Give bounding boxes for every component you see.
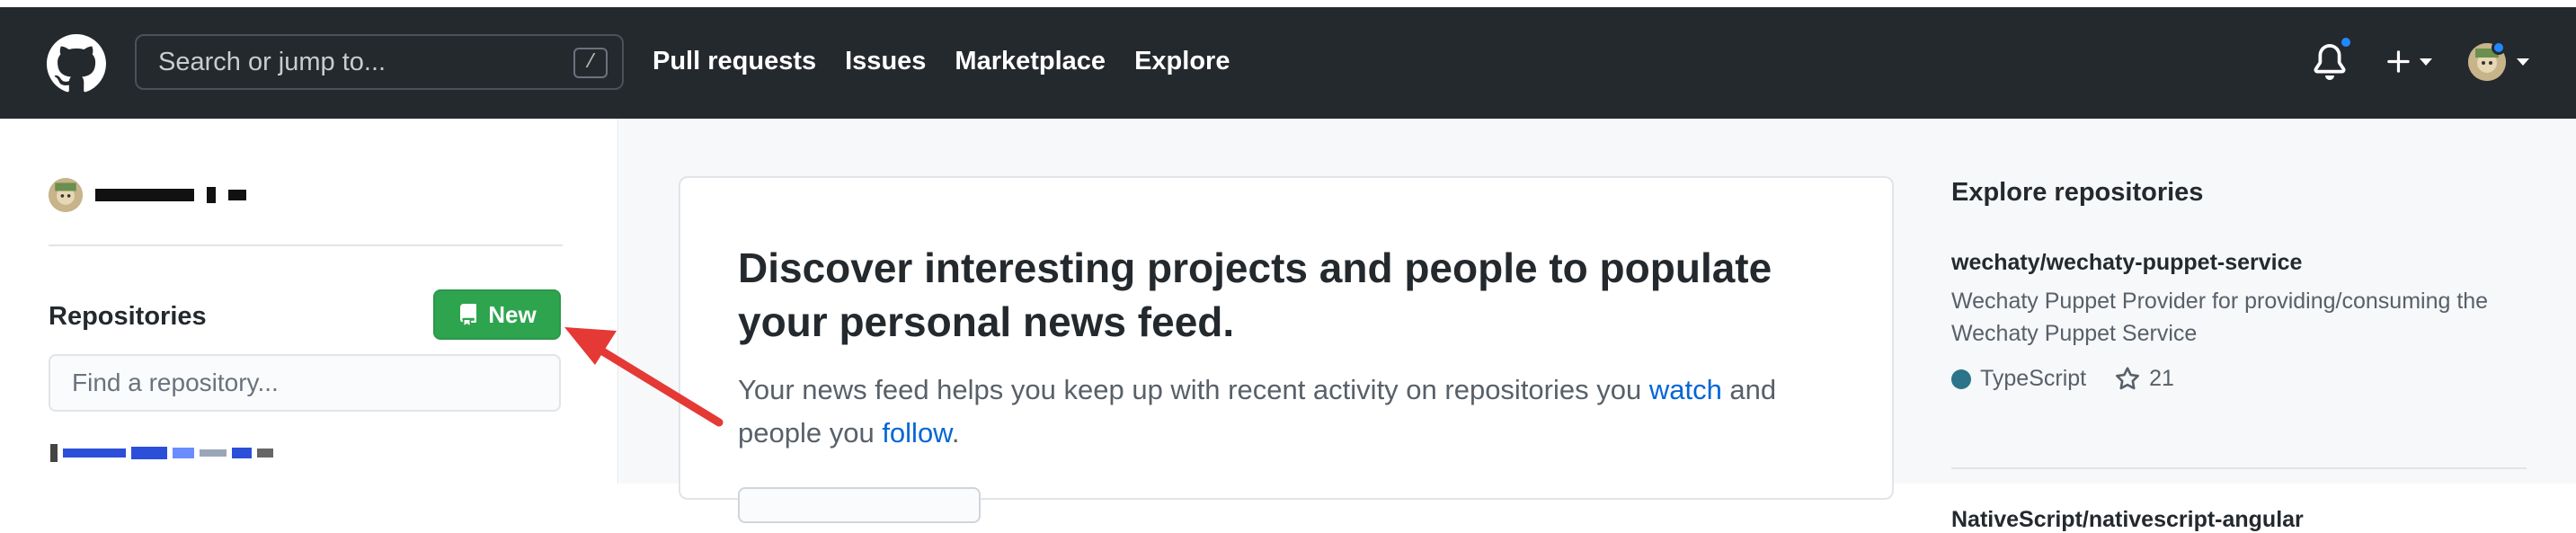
username-redacted bbox=[95, 187, 246, 203]
follow-link[interactable]: follow bbox=[882, 417, 952, 449]
repo-stars[interactable]: 21 bbox=[2115, 366, 2174, 392]
divider bbox=[1951, 467, 2527, 469]
repo-name-link[interactable]: wechaty/wechaty-puppet-service bbox=[1951, 250, 2527, 276]
annotation-arrow bbox=[564, 327, 724, 427]
notifications-button[interactable] bbox=[2312, 35, 2353, 80]
user-status-indicator bbox=[2492, 40, 2506, 55]
discover-card: Discover interesting projects and people… bbox=[679, 176, 1894, 523]
notification-indicator bbox=[2339, 35, 2353, 49]
language-label: TypeScript bbox=[1980, 366, 2087, 391]
find-repository-box bbox=[49, 354, 561, 412]
chevron-down-icon bbox=[2517, 58, 2529, 66]
bell-icon bbox=[2314, 44, 2346, 80]
language-color-dot bbox=[1951, 369, 1971, 389]
star-icon bbox=[2116, 366, 2140, 389]
repo-description: Wechaty Puppet Provider for providing/co… bbox=[1951, 289, 2489, 346]
news-feed-area: Discover interesting projects and people… bbox=[619, 119, 2576, 532]
repo-meta: TypeScript 21 bbox=[1951, 366, 2527, 392]
search-shortcut-key: / bbox=[573, 48, 608, 78]
repo-name-link[interactable]: NativeScript/nativescript-angular bbox=[1951, 507, 2304, 533]
account-switcher[interactable] bbox=[49, 178, 246, 212]
star-count: 21 bbox=[2149, 366, 2174, 391]
dashboard-sidebar: Repositories New bbox=[0, 119, 618, 484]
chevron-down-icon bbox=[2420, 58, 2432, 66]
search-input[interactable] bbox=[137, 36, 622, 88]
discover-action-button[interactable] bbox=[738, 487, 981, 523]
repositories-heading: Repositories bbox=[49, 302, 207, 331]
nav-pull-requests[interactable]: Pull requests bbox=[653, 47, 816, 76]
explore-title: Explore repositories bbox=[1951, 178, 2204, 207]
global-nav: Pull requests Issues Marketplace Explore bbox=[653, 47, 1230, 76]
divider bbox=[49, 244, 563, 246]
watch-link[interactable]: watch bbox=[1649, 374, 1722, 405]
repo-language: TypeScript bbox=[1951, 366, 2086, 392]
discover-text: Your news feed helps you keep up with re… bbox=[738, 374, 1777, 449]
plus-icon bbox=[2387, 50, 2410, 73]
search-box: / bbox=[135, 34, 624, 90]
nav-explore[interactable]: Explore bbox=[1134, 47, 1230, 76]
avatar-image bbox=[49, 178, 83, 212]
explore-repo-item: wechaty/wechaty-puppet-service Wechaty P… bbox=[1951, 250, 2527, 392]
new-button-label: New bbox=[488, 300, 537, 328]
avatar bbox=[49, 178, 83, 212]
top-strip bbox=[0, 0, 2576, 7]
discover-heading: Discover interesting projects and people… bbox=[738, 244, 1772, 345]
nav-issues[interactable]: Issues bbox=[845, 47, 926, 76]
explore-repositories-panel: Explore repositories wechaty/wechaty-pup… bbox=[1951, 178, 2527, 532]
global-header: / Pull requests Issues Marketplace Explo… bbox=[0, 7, 2576, 119]
user-menu[interactable] bbox=[2468, 40, 2529, 81]
repository-item-redacted[interactable] bbox=[50, 444, 273, 462]
nav-marketplace[interactable]: Marketplace bbox=[955, 47, 1106, 76]
repo-icon bbox=[460, 304, 477, 325]
create-new-menu[interactable] bbox=[2384, 47, 2432, 77]
header-actions bbox=[2312, 35, 2529, 81]
find-repository-input[interactable] bbox=[50, 356, 559, 410]
github-logo-icon[interactable] bbox=[47, 34, 106, 93]
